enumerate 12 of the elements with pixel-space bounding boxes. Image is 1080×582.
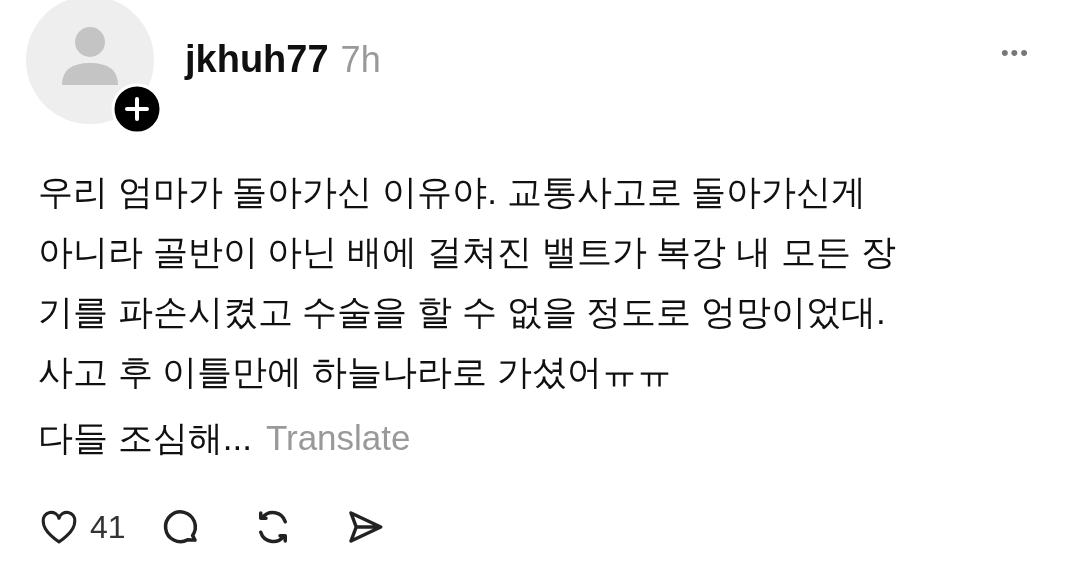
post-text-line: 아니라 골반이 아닌 배에 걸쳐진 밸트가 복강 내 모든 장 bbox=[38, 231, 897, 273]
post-time: 7h bbox=[340, 39, 381, 81]
like-count: 41 bbox=[90, 508, 126, 546]
more-icon[interactable]: ••• bbox=[1000, 40, 1030, 66]
post-text-line: 사고 후 이틀만에 하늘나라로 가셨어ㅠㅠ bbox=[38, 351, 673, 393]
follow-plus-icon[interactable] bbox=[111, 83, 163, 135]
post-text-line: 기를 파손시켰고 수술을 할 수 없을 정도로 엉망이었대. bbox=[38, 291, 887, 333]
avatar[interactable] bbox=[25, 0, 155, 125]
username[interactable]: jkhuh77 bbox=[185, 38, 329, 81]
translate-link[interactable]: Translate bbox=[265, 408, 411, 468]
post-text-line: 우리 엄마가 돌아가신 이유야. 교통사고로 돌아가신게 bbox=[38, 171, 868, 213]
post-text-line: 다들 조심해... bbox=[38, 417, 252, 459]
